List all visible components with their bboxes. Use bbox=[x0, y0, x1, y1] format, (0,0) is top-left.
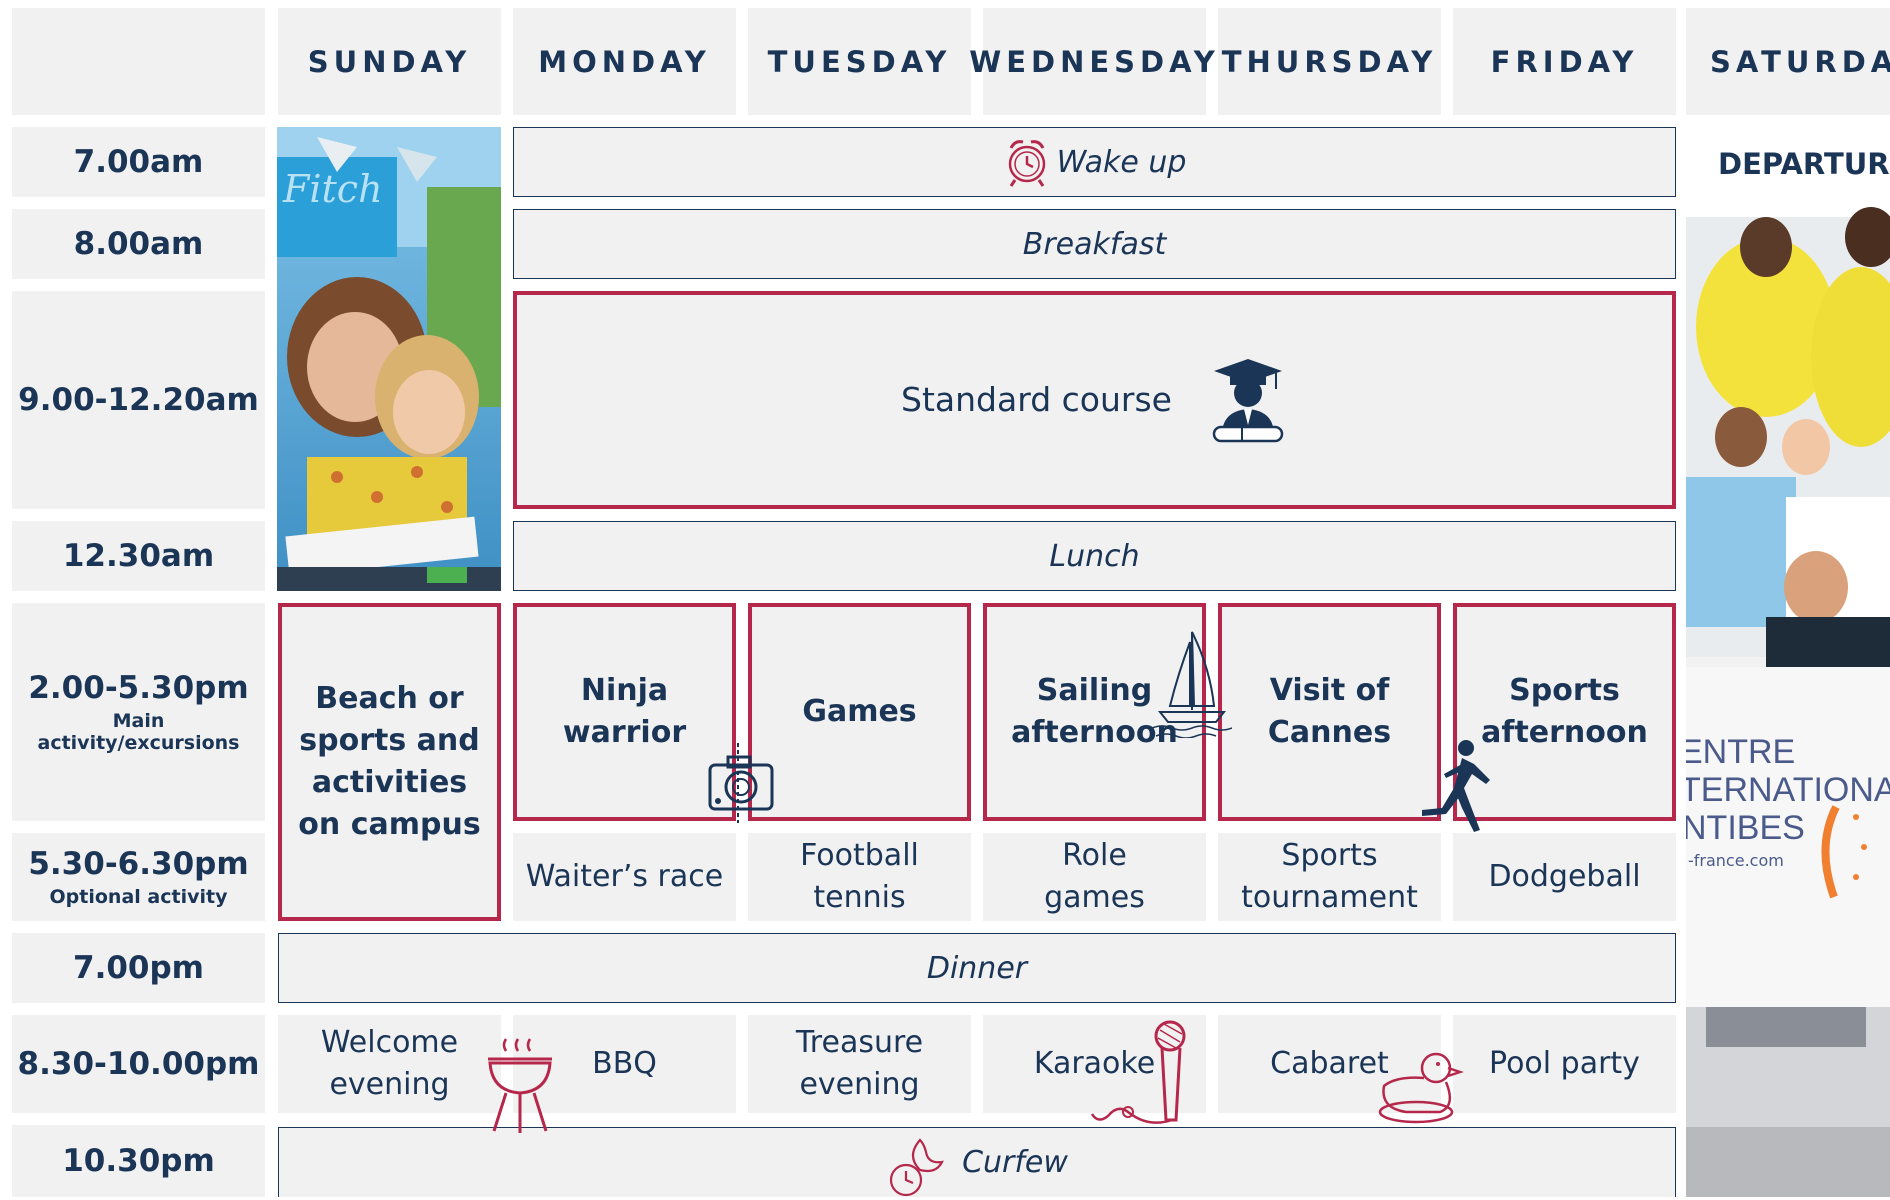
sign-line-2: TERNATIONA bbox=[1686, 771, 1890, 809]
day-header-sunday: SUNDAY bbox=[278, 8, 501, 115]
time-cell-breakfast: 8.00am bbox=[12, 209, 265, 279]
time-cell-optional: 5.30-6.30pm Optional activity bbox=[12, 833, 265, 921]
time-label: 10.30pm bbox=[62, 1143, 215, 1179]
time-label: 8.30-10.00pm bbox=[17, 1046, 260, 1082]
departure-label: DEPARTURE bbox=[1714, 147, 1890, 181]
breakfast-band: Breakfast bbox=[513, 209, 1676, 279]
sunday-photo: Fitch bbox=[277, 127, 501, 591]
optional-friday: Dodgeball bbox=[1453, 833, 1676, 921]
time-label: 8.00am bbox=[73, 226, 204, 262]
day-header-wednesday: WEDNESDAY bbox=[969, 8, 1215, 115]
afternoon-label: Visit of Cannes bbox=[1267, 673, 1392, 750]
time-label: 12.30am bbox=[62, 538, 215, 574]
day-header-thursday: THURSDAY bbox=[1218, 8, 1441, 115]
evening-label: Cabaret bbox=[1270, 1046, 1389, 1081]
evening-friday: Pool party bbox=[1453, 1015, 1676, 1113]
time-cell-wake: 7.00am bbox=[12, 127, 265, 197]
optional-label: Waiter’s race bbox=[525, 859, 724, 894]
evening-label: Treasure evening bbox=[795, 1025, 924, 1102]
breakfast-label: Breakfast bbox=[1022, 226, 1167, 262]
svg-text:Fitch: Fitch bbox=[282, 167, 383, 211]
header-corner bbox=[12, 8, 265, 115]
evening-sunday: Welcome evening bbox=[278, 1015, 501, 1113]
time-label: 7.00pm bbox=[73, 950, 204, 986]
saturday-departure-photo: DEPARTURE ENTRE TERNATIONA NTIBES -franc… bbox=[1686, 127, 1890, 1197]
wake-up-band: Wake up bbox=[513, 127, 1676, 197]
bbq-grill-icon bbox=[488, 1038, 552, 1133]
time-cell-lunch: 12.30am bbox=[12, 521, 265, 591]
afternoon-label: Games bbox=[802, 694, 917, 729]
graduate-icon bbox=[1212, 359, 1284, 443]
curfew-label: Curfew bbox=[962, 1145, 1068, 1180]
alarm-clock-icon bbox=[1008, 140, 1045, 187]
day-header-friday: FRIDAY bbox=[1453, 8, 1676, 115]
lunch-label: Lunch bbox=[1049, 538, 1140, 574]
evening-label: Pool party bbox=[1489, 1046, 1640, 1081]
time-label: 2.00-5.30pm bbox=[28, 670, 249, 706]
sign-url: -france.com bbox=[1688, 851, 1784, 870]
time-cell-afternoon: 2.00-5.30pm Main activity/excursions bbox=[12, 603, 265, 821]
afternoon-label: Ninja warrior bbox=[562, 673, 687, 750]
dinner-band: Dinner bbox=[278, 933, 1676, 1003]
time-label: 7.00am bbox=[73, 144, 204, 180]
day-header-saturday: SATURDAY bbox=[1686, 8, 1890, 115]
afternoon-thursday: Visit of Cannes bbox=[1218, 603, 1441, 821]
curfew-band: Curfew bbox=[278, 1127, 1676, 1197]
sunday-activity-box: Beach or sports and activities on campus bbox=[278, 603, 501, 921]
rubber-duck-icon bbox=[1378, 1052, 1464, 1124]
optional-monday: Waiter’s race bbox=[513, 833, 736, 921]
time-label: 5.30-6.30pm bbox=[28, 846, 249, 882]
sunday-activity-label: Beach or sports and activities on campus bbox=[298, 681, 481, 842]
sailboat-icon bbox=[1152, 631, 1232, 738]
evening-label: Welcome evening bbox=[320, 1025, 459, 1102]
optional-wednesday: Role games bbox=[983, 833, 1206, 921]
time-sublabel: Optional activity bbox=[49, 886, 228, 908]
standard-course-label: Standard course bbox=[901, 380, 1172, 419]
lunch-band: Lunch bbox=[513, 521, 1676, 591]
sign-line-3: NTIBES bbox=[1686, 809, 1805, 847]
sign-line-1: ENTRE bbox=[1686, 733, 1796, 771]
time-cell-evening: 8.30-10.00pm bbox=[12, 1015, 265, 1113]
evening-label: BBQ bbox=[592, 1046, 657, 1081]
day-header-monday: MONDAY bbox=[513, 8, 736, 115]
time-cell-course: 9.00-12.20am bbox=[12, 291, 265, 509]
afternoon-monday: Ninja warrior bbox=[513, 603, 736, 821]
optional-tuesday: Football tennis bbox=[748, 833, 971, 921]
afternoon-tuesday: Games bbox=[748, 603, 971, 821]
time-cell-dinner: 7.00pm bbox=[12, 933, 265, 1003]
microphone-icon bbox=[1090, 1020, 1186, 1124]
time-label: 9.00-12.20am bbox=[18, 382, 259, 418]
day-header-tuesday: TUESDAY bbox=[748, 8, 971, 115]
optional-thursday: Sports tournament bbox=[1218, 833, 1441, 921]
time-sublabel: Main activity/excursions bbox=[37, 710, 240, 754]
optional-label: Role games bbox=[1044, 838, 1145, 915]
evening-tuesday: Treasure evening bbox=[748, 1015, 971, 1113]
afternoon-label: Sports afternoon bbox=[1481, 673, 1648, 750]
optional-label: Dodgeball bbox=[1488, 859, 1641, 894]
standard-course-box: Standard course bbox=[513, 291, 1676, 509]
runner-icon bbox=[1422, 740, 1490, 832]
dinner-label: Dinner bbox=[926, 950, 1028, 986]
wake-up-label: Wake up bbox=[1056, 144, 1187, 180]
camera-icon bbox=[708, 743, 774, 823]
optional-label: Sports tournament bbox=[1241, 838, 1418, 915]
time-cell-curfew: 10.30pm bbox=[12, 1125, 265, 1197]
moon-clock-icon bbox=[889, 1137, 944, 1196]
optional-label: Football tennis bbox=[800, 838, 919, 915]
